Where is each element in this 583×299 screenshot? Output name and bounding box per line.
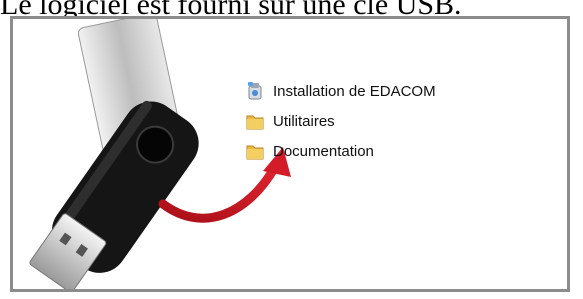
folder-icon	[245, 141, 265, 161]
file-item-utilitaires[interactable]: Utilitaires	[245, 111, 436, 131]
illustration-panel: Installation de EDACOM Utilitaires Docum…	[10, 16, 570, 292]
explorer-file-list: Installation de EDACOM Utilitaires Docum…	[245, 81, 436, 161]
folder-icon	[245, 111, 265, 131]
file-item-installation[interactable]: Installation de EDACOM	[245, 81, 436, 101]
file-item-label: Documentation	[273, 142, 374, 160]
file-item-documentation[interactable]: Documentation	[245, 141, 436, 161]
file-item-label: Installation de EDACOM	[273, 82, 436, 100]
file-item-label: Utilitaires	[273, 112, 335, 130]
installer-icon	[245, 81, 265, 101]
